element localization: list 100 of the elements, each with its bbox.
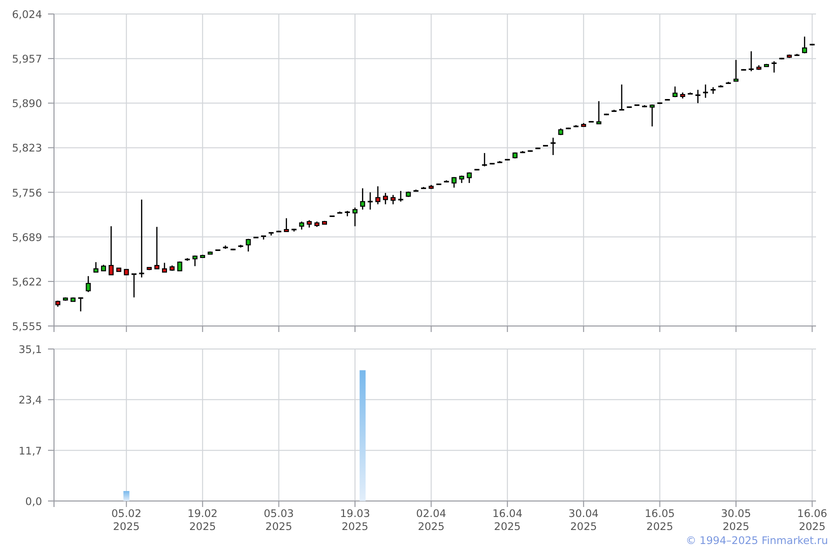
axis-label: 19.02 2025 bbox=[188, 508, 218, 533]
candlestick bbox=[520, 151, 526, 154]
candlestick bbox=[512, 152, 518, 158]
candlestick bbox=[108, 226, 114, 276]
candlestick bbox=[543, 144, 548, 146]
candlestick bbox=[710, 87, 716, 94]
candlestick bbox=[452, 176, 457, 188]
volume-bar bbox=[123, 491, 130, 501]
candlestick bbox=[93, 262, 98, 273]
candlestick bbox=[779, 58, 784, 60]
candlestick bbox=[222, 246, 228, 249]
candlestick bbox=[504, 158, 510, 160]
candlestick bbox=[132, 273, 136, 298]
candlestick bbox=[62, 297, 68, 301]
candlestick bbox=[344, 210, 350, 216]
candlestick bbox=[78, 297, 84, 312]
candlestick bbox=[375, 186, 380, 204]
candlestick bbox=[306, 220, 312, 228]
candlestick bbox=[650, 104, 655, 126]
axis-label: 30.05 2025 bbox=[720, 508, 752, 533]
candlestick bbox=[703, 84, 708, 98]
candlestick bbox=[482, 153, 488, 166]
candlestick bbox=[428, 184, 434, 189]
axis-label: 5,689 bbox=[12, 232, 42, 244]
candlestick bbox=[413, 190, 418, 192]
axis-label: 16.06 2025 bbox=[797, 508, 828, 533]
candlestick bbox=[619, 84, 624, 111]
candlestick bbox=[695, 90, 700, 104]
candlestick bbox=[230, 248, 236, 250]
candlestick bbox=[208, 252, 213, 255]
candlestick bbox=[337, 212, 342, 214]
candlestick bbox=[772, 61, 777, 73]
candlestick bbox=[398, 190, 404, 202]
axis-label: 23,4 bbox=[18, 394, 42, 407]
candlestick bbox=[566, 128, 571, 130]
candlestick bbox=[352, 208, 358, 226]
candlestick bbox=[634, 104, 640, 106]
axis-label: 19.03 2025 bbox=[340, 508, 370, 533]
candlestick bbox=[626, 106, 632, 108]
axis-label: 16.04 2025 bbox=[492, 508, 522, 533]
candlestick bbox=[764, 64, 769, 68]
axis-label: 5,823 bbox=[12, 142, 42, 155]
axis-label: 5,622 bbox=[12, 276, 42, 288]
axis-label: 02.04 2025 bbox=[416, 508, 446, 533]
candlestick bbox=[466, 172, 472, 183]
axis-label: 35,1 bbox=[18, 344, 42, 356]
candlestick bbox=[550, 138, 556, 156]
axis-label: 5,756 bbox=[12, 187, 42, 200]
candlestick bbox=[382, 192, 388, 204]
candlestick bbox=[688, 92, 693, 95]
candlestick bbox=[284, 218, 289, 232]
candlestick bbox=[474, 168, 480, 170]
candlestick bbox=[436, 184, 442, 186]
candlestick bbox=[680, 92, 686, 98]
candlestick bbox=[390, 194, 396, 204]
axis-label: 5,555 bbox=[12, 321, 42, 333]
axis-label: 30.04 2025 bbox=[568, 508, 599, 533]
axis-label: 16.05 2025 bbox=[644, 508, 675, 533]
candlestick bbox=[664, 99, 670, 101]
candlestick bbox=[718, 85, 724, 88]
candlestick bbox=[642, 105, 648, 108]
candlestick bbox=[535, 148, 540, 150]
candlestick bbox=[314, 222, 320, 227]
axis-label: 5,957 bbox=[12, 54, 42, 66]
candlestick bbox=[368, 192, 373, 210]
candlestick bbox=[268, 232, 274, 236]
candlestick bbox=[192, 255, 198, 266]
axis-label: 11,7 bbox=[18, 445, 42, 458]
axis-label: 0,0 bbox=[25, 496, 42, 508]
copyright-text: © 1994–2025 Finmarket.ru bbox=[686, 534, 828, 549]
candlestick bbox=[756, 65, 762, 70]
candlestick bbox=[794, 54, 800, 56]
candlestick bbox=[459, 176, 464, 183]
candlestick bbox=[734, 60, 738, 82]
candlestick bbox=[802, 36, 808, 54]
candlestick bbox=[558, 128, 564, 136]
candlestick bbox=[528, 150, 533, 152]
candlestick bbox=[276, 230, 282, 232]
candlestick bbox=[406, 192, 411, 197]
candlestick bbox=[588, 121, 594, 123]
candlestick bbox=[726, 82, 731, 84]
candlestick bbox=[444, 180, 449, 182]
candlestick bbox=[360, 188, 366, 210]
candlestick bbox=[154, 226, 160, 270]
candlestick bbox=[490, 162, 495, 164]
candlestick bbox=[330, 215, 335, 217]
candlestick bbox=[86, 276, 91, 292]
candlestick bbox=[810, 44, 815, 46]
candlestick bbox=[261, 235, 266, 240]
axis-label: 5,890 bbox=[12, 98, 42, 110]
candlestick bbox=[604, 114, 609, 116]
candlestick bbox=[786, 54, 792, 58]
candlestick bbox=[299, 222, 304, 230]
candlestick bbox=[497, 161, 502, 164]
candlestick bbox=[162, 262, 167, 273]
candlestick bbox=[215, 249, 220, 251]
candlestick bbox=[612, 110, 617, 112]
candlestick bbox=[596, 101, 602, 124]
candlestick bbox=[581, 123, 586, 127]
candlestick bbox=[70, 297, 76, 302]
